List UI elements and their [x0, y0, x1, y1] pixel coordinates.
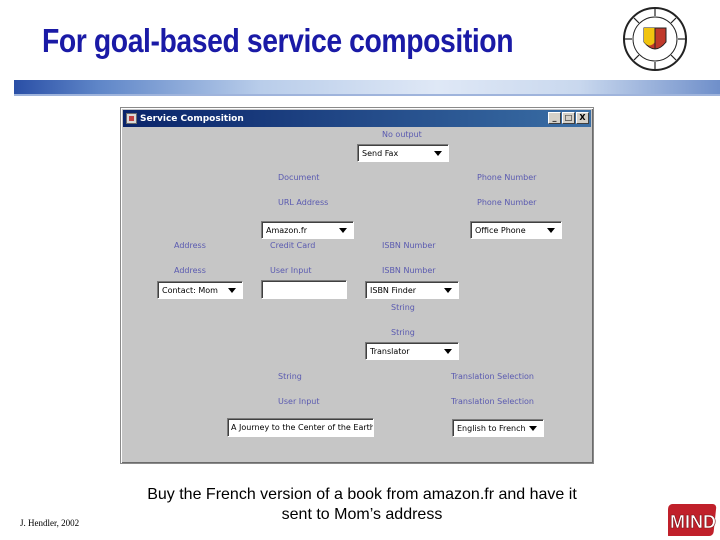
amazon-value: Amazon.fr — [266, 226, 307, 235]
user-input-field[interactable] — [261, 280, 347, 299]
header-divider — [14, 94, 720, 96]
chevron-down-icon — [228, 288, 236, 293]
chevron-down-icon — [339, 228, 347, 233]
chevron-down-icon — [444, 349, 452, 354]
chevron-down-icon — [529, 426, 537, 431]
label-translation-selection-1: Translation Selection — [451, 372, 534, 381]
contact-value: Contact: Mom — [162, 286, 218, 295]
label-translation-selection-2: Translation Selection — [451, 397, 534, 406]
office-phone-dropdown[interactable]: Office Phone — [470, 221, 562, 239]
header-band — [14, 80, 720, 94]
window-controls: _ □ X — [548, 112, 589, 124]
slide-title: For goal-based service composition — [42, 22, 514, 59]
english-to-french-dropdown[interactable]: English to French — [452, 419, 544, 437]
label-credit-card: Credit Card — [270, 241, 316, 250]
amazon-dropdown[interactable]: Amazon.fr — [261, 221, 354, 239]
chevron-down-icon — [444, 288, 452, 293]
window-title: Service Composition — [140, 113, 244, 124]
label-isbn-number-2: ISBN Number — [382, 266, 436, 275]
office-phone-value: Office Phone — [475, 226, 526, 235]
isbn-finder-value: ISBN Finder — [370, 286, 417, 295]
chevron-down-icon — [547, 228, 555, 233]
label-string-1: String — [391, 303, 415, 312]
label-user-input-1: User Input — [270, 266, 312, 275]
university-seal-icon — [623, 7, 687, 71]
label-address-1: Address — [174, 241, 206, 250]
maximize-button[interactable]: □ — [562, 112, 575, 124]
label-no-output: No output — [382, 130, 422, 139]
chevron-down-icon — [434, 151, 442, 156]
label-phone-number-1: Phone Number — [477, 173, 537, 182]
label-phone-number-2: Phone Number — [477, 198, 537, 207]
contact-dropdown[interactable]: Contact: Mom — [157, 281, 243, 299]
english-to-french-value: English to French — [457, 424, 526, 433]
label-isbn-number-1: ISBN Number — [382, 241, 436, 250]
label-url-address: URL Address — [278, 198, 329, 207]
send-fax-value: Send Fax — [362, 149, 399, 158]
book-title-field[interactable]: A Journey to the Center of the Earth — [227, 418, 374, 437]
java-app-icon — [126, 113, 137, 124]
service-composition-window: Service Composition _ □ X No output Send… — [120, 107, 594, 464]
window-titlebar[interactable]: Service Composition _ □ X — [123, 110, 591, 127]
translator-value: Translator — [370, 347, 410, 356]
slide-caption: Buy the French version of a book from am… — [147, 486, 577, 523]
minimize-button[interactable]: _ — [548, 112, 561, 124]
translator-dropdown[interactable]: Translator — [365, 342, 459, 360]
send-fax-dropdown[interactable]: Send Fax — [357, 144, 449, 162]
label-document: Document — [278, 173, 320, 182]
mind-logo-icon: MIND — [668, 504, 716, 536]
isbn-finder-dropdown[interactable]: ISBN Finder — [365, 281, 459, 299]
label-user-input-2: User Input — [278, 397, 320, 406]
label-string-3: String — [278, 372, 302, 381]
author-credit: J. Hendler, 2002 — [20, 518, 80, 528]
close-button[interactable]: X — [576, 112, 589, 124]
logo-text: MIND — [670, 512, 716, 532]
label-string-2: String — [391, 328, 415, 337]
label-address-2: Address — [174, 266, 206, 275]
